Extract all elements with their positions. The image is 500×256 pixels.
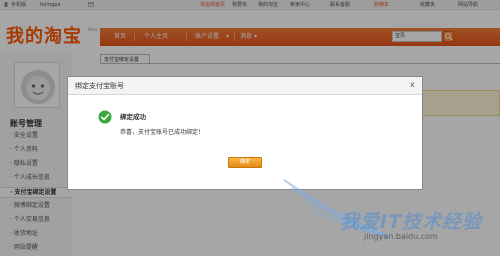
success-check-icon bbox=[98, 110, 112, 124]
close-icon[interactable]: x bbox=[410, 80, 415, 90]
success-message: 恭喜，支付宝账号已成功绑定！ bbox=[120, 129, 205, 136]
confirm-button[interactable]: 确定 bbox=[228, 157, 262, 168]
dialog-header: 绑定支付宝账号 x bbox=[68, 77, 422, 95]
success-title: 绑定成功 bbox=[120, 113, 146, 121]
watermark-url: jingyan.baidu.com bbox=[364, 232, 438, 241]
confirm-button-label: 确定 bbox=[239, 159, 250, 165]
watermark-text: 我爱IT技术经验 bbox=[340, 211, 483, 233]
bind-alipay-dialog: 绑定支付宝账号 x 绑定成功 恭喜，支付宝账号已成功绑定！ 确定 bbox=[67, 76, 423, 190]
dialog-title: 绑定支付宝账号 bbox=[75, 82, 124, 90]
